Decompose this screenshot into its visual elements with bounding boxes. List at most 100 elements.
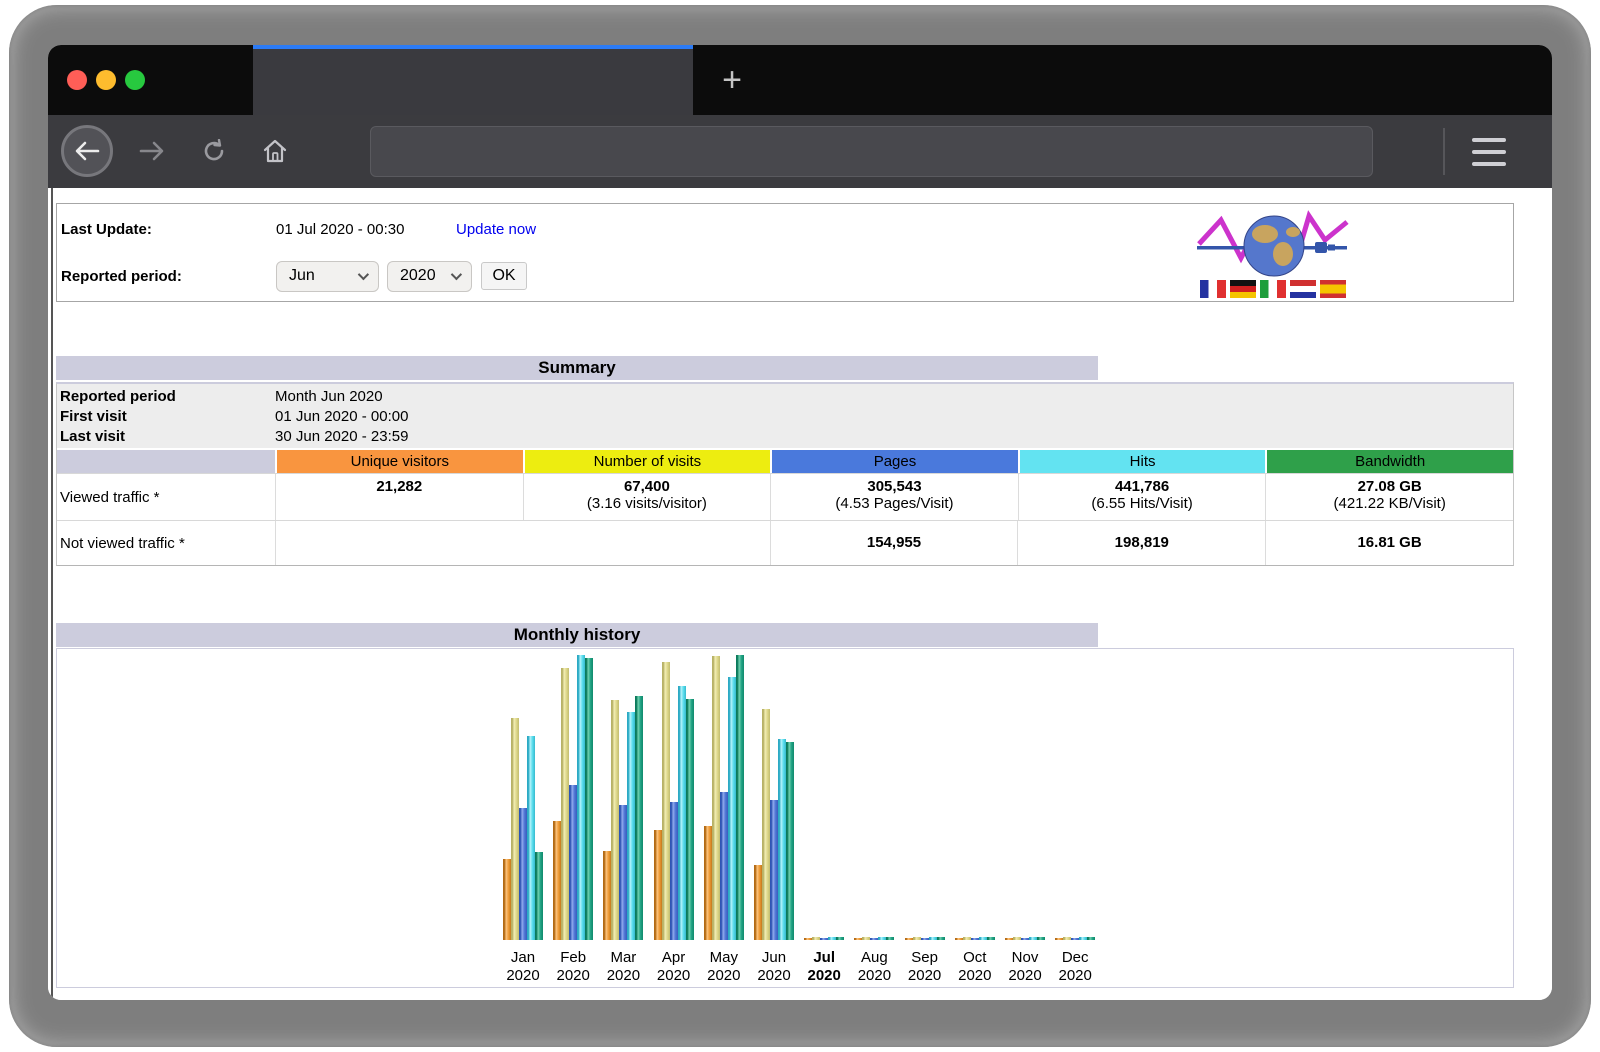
bar-bandwidth-gb- [786, 742, 794, 940]
month-year: 2020 [595, 967, 651, 985]
update-now-link[interactable]: Update now [456, 221, 536, 238]
close-window-button[interactable] [67, 70, 87, 90]
info-label: Reported period [57, 388, 275, 405]
bar-number-of-visits [762, 709, 770, 940]
bar-hits [929, 937, 937, 940]
summary-info-row: First visit01 Jun 2020 - 00:00 [57, 406, 1513, 426]
month-year: 2020 [646, 967, 702, 985]
info-label: Last visit [57, 428, 275, 445]
browser-tab[interactable] [253, 45, 693, 115]
bar-pages [921, 938, 929, 940]
monthly-history-chart: Jan2020Feb2020Mar2020Apr2020May2020Jun20… [56, 648, 1514, 988]
flag-spain [1320, 280, 1346, 298]
summary-table: Reported periodMonth Jun 2020First visit… [56, 382, 1514, 566]
info-label: First visit [57, 408, 275, 425]
bar-unique-visitors [854, 938, 862, 940]
bar-group-jan [503, 647, 543, 940]
column-header-number-of-visits: Number of visits [523, 450, 771, 473]
viewed-traffic-cell: 441,786(6.55 Hits/Visit) [1018, 474, 1266, 520]
column-header-pages: Pages [770, 450, 1018, 473]
month-label-jul: Jul2020 [796, 949, 852, 985]
month-name: Sep [897, 949, 953, 967]
month-label-jun: Jun2020 [746, 949, 802, 985]
bar-unique-visitors [704, 826, 712, 940]
bar-hits [878, 937, 886, 940]
bar-bandwidth-gb- [736, 655, 744, 940]
flag-italy [1260, 280, 1286, 298]
bar-group-may [704, 647, 744, 940]
bar-number-of-visits [662, 662, 670, 940]
month-name: Oct [947, 949, 1003, 967]
bar-unique-visitors [603, 851, 611, 940]
not-viewed-traffic-cell: 16.81 GB [1265, 521, 1513, 565]
bar-unique-visitors [503, 859, 511, 940]
bar-bandwidth-gb- [886, 937, 894, 940]
bar-pages [971, 938, 979, 940]
summary-header-spacer [57, 450, 275, 473]
flag-netherlands [1290, 280, 1316, 298]
ok-button[interactable]: OK [481, 262, 527, 290]
maximize-window-button[interactable] [125, 70, 145, 90]
bar-pages [569, 785, 577, 940]
month-year: 2020 [897, 967, 953, 985]
new-tab-button[interactable]: + [700, 45, 764, 115]
not-viewed-traffic-row: Not viewed traffic * 154,955198,81916.81… [57, 520, 1513, 565]
bar-hits [627, 712, 635, 940]
column-header-unique-visitors: Unique visitors [275, 450, 523, 473]
not-viewed-traffic-label: Not viewed traffic * [57, 521, 275, 565]
month-name: Dec [1047, 949, 1103, 967]
language-flags [1200, 280, 1346, 298]
month-year: 2020 [746, 967, 802, 985]
month-name: Nov [997, 949, 1053, 967]
viewed-sub-value: (421.22 KB/Visit) [1266, 495, 1513, 512]
month-year: 2020 [1047, 967, 1103, 985]
info-value: Month Jun 2020 [275, 388, 383, 405]
month-year: 2020 [796, 967, 852, 985]
bar-group-sep [905, 647, 945, 940]
month-year: 2020 [997, 967, 1053, 985]
year-select[interactable]: 2020 [387, 261, 472, 292]
summary-info-rows: Reported periodMonth Jun 2020First visit… [57, 384, 1513, 450]
frameset-divider [51, 188, 53, 1000]
month-select[interactable]: Jun [276, 261, 379, 292]
url-input[interactable] [370, 126, 1373, 177]
bar-bandwidth-gb- [635, 696, 643, 940]
minimize-window-button[interactable] [96, 70, 116, 90]
bar-hits [1029, 937, 1037, 940]
browser-titlebar: + [48, 45, 1552, 115]
month-year: 2020 [495, 967, 551, 985]
bar-group-dec [1055, 647, 1095, 940]
forward-button[interactable] [126, 125, 178, 177]
monthly-history-title: Monthly history [56, 623, 1098, 647]
bar-pages [619, 805, 627, 940]
summary-info-row: Last visit30 Jun 2020 - 23:59 [57, 426, 1513, 446]
bar-bandwidth-gb- [836, 937, 844, 940]
bar-pages [670, 802, 678, 940]
viewed-traffic-cell: 27.08 GB(421.22 KB/Visit) [1265, 474, 1513, 520]
reload-button[interactable] [188, 125, 240, 177]
bar-group-jul [804, 647, 844, 940]
column-header-hits: Hits [1018, 450, 1266, 473]
bar-pages [1021, 938, 1029, 940]
bar-number-of-visits [1013, 937, 1021, 940]
viewed-traffic-label: Viewed traffic * [57, 474, 275, 520]
bar-unique-visitors [1055, 938, 1063, 940]
month-name: Apr [646, 949, 702, 967]
month-name: Mar [595, 949, 651, 967]
flag-france [1200, 280, 1226, 298]
info-value: 01 Jun 2020 - 00:00 [275, 408, 408, 425]
info-value: 30 Jun 2020 - 23:59 [275, 428, 408, 445]
bar-group-jun [754, 647, 794, 940]
bar-group-nov [1005, 647, 1045, 940]
viewed-sub-value: (6.55 Hits/Visit) [1019, 495, 1266, 512]
bar-hits [678, 686, 686, 940]
summary-info-row: Reported periodMonth Jun 2020 [57, 386, 1513, 406]
back-button[interactable] [61, 125, 113, 177]
last-update-label: Last Update: [61, 221, 276, 238]
reload-icon [202, 139, 226, 163]
bar-number-of-visits [963, 937, 971, 940]
home-button[interactable] [249, 125, 301, 177]
menu-button[interactable] [1466, 134, 1512, 170]
month-label-nov: Nov2020 [997, 949, 1053, 985]
viewed-traffic-row: Viewed traffic * 21,28267,400(3.16 visit… [57, 473, 1513, 520]
